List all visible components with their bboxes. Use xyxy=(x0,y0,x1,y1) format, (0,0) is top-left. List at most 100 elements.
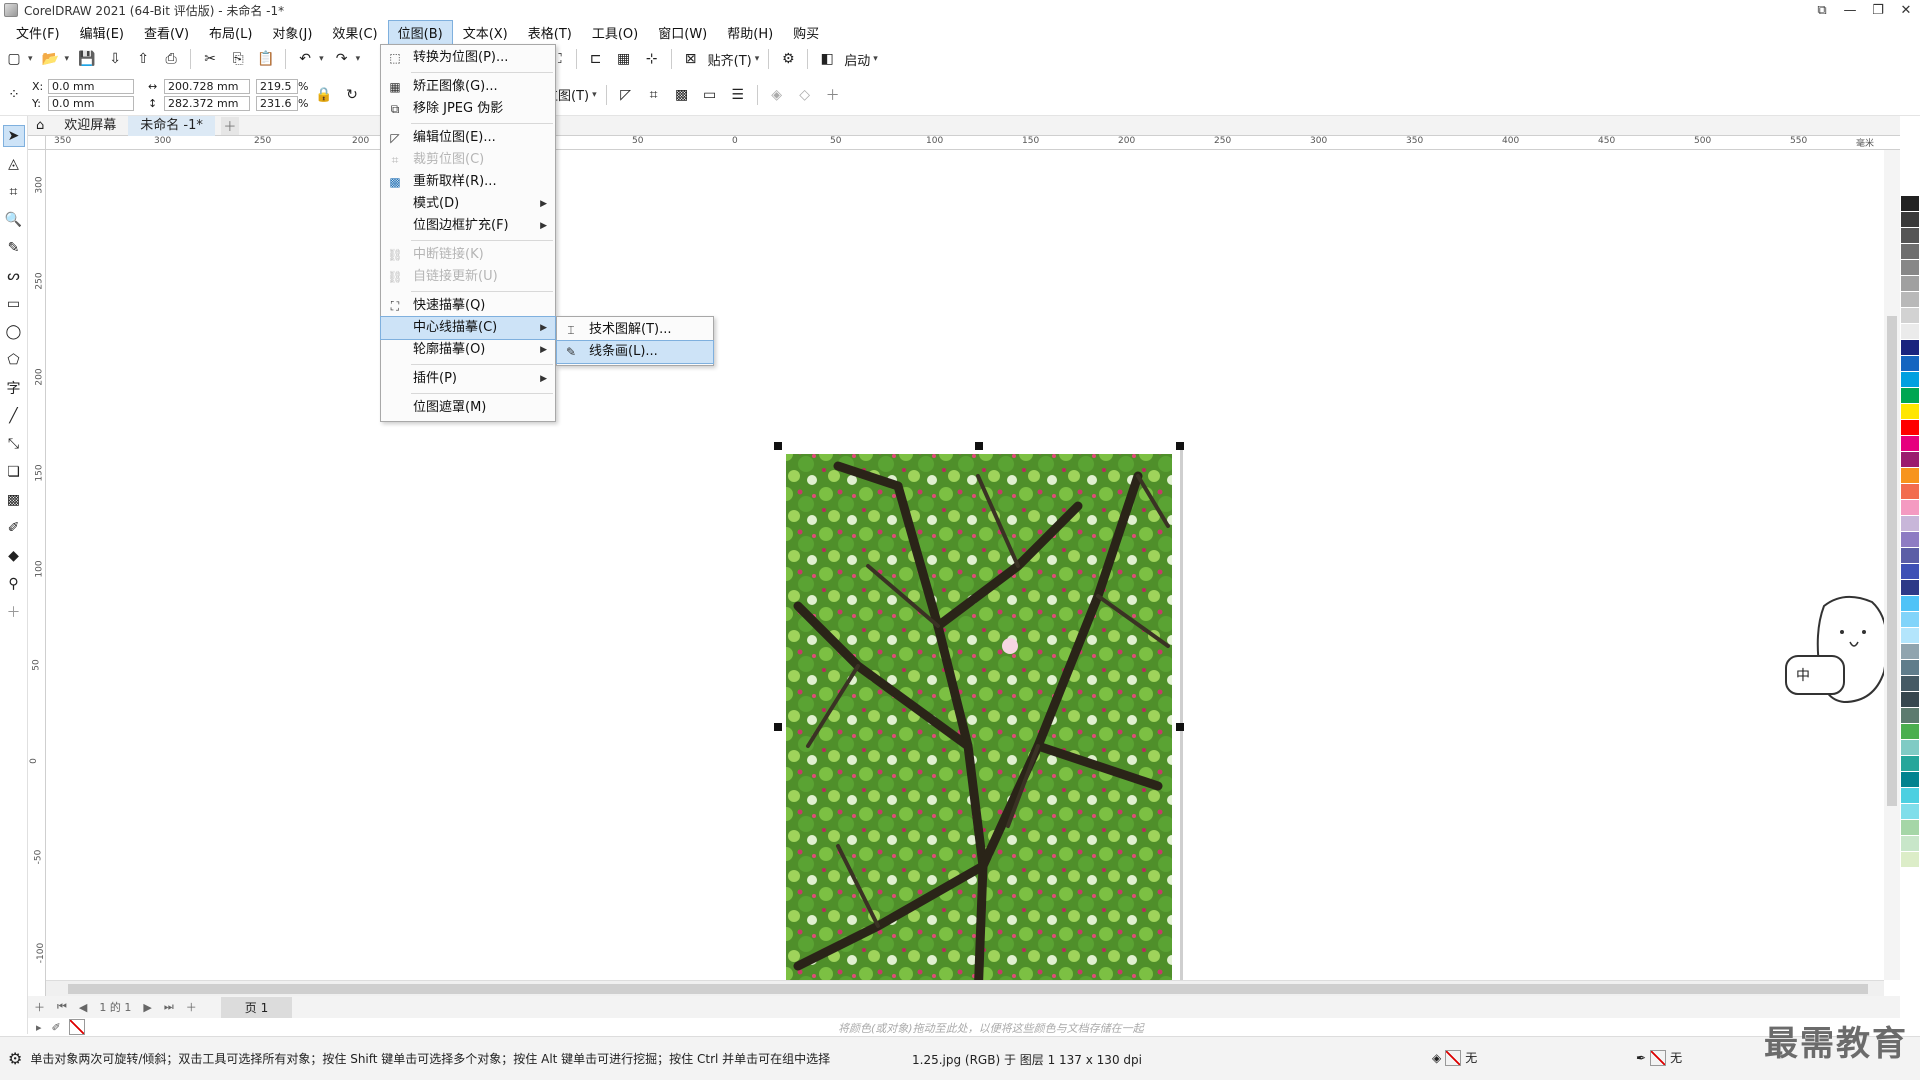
smart-fill-icon[interactable]: ⚲ xyxy=(3,573,25,595)
menu-straighten-image[interactable]: ▦ 矫正图像(G)... xyxy=(381,76,555,98)
color-swatch[interactable] xyxy=(1901,340,1919,356)
selected-bitmap[interactable] xyxy=(774,442,1184,1012)
polygon-tool-icon[interactable]: ⬠ xyxy=(3,349,25,371)
vertical-ruler[interactable]: 300 250 200 150 100 50 0 -50 -100 xyxy=(28,150,46,1030)
color-swatch[interactable] xyxy=(1901,724,1919,740)
resize-handle[interactable] xyxy=(774,723,782,731)
resample-icon[interactable]: ▩ xyxy=(671,84,693,106)
fill-indicator[interactable]: ◈ 无 xyxy=(1432,1049,1477,1066)
color-swatch[interactable] xyxy=(1901,324,1919,340)
interactive-fill-icon[interactable]: ◆ xyxy=(3,545,25,567)
menu-bitmaps[interactable]: 位图(B) xyxy=(387,19,453,45)
cloud-upload-icon[interactable]: ⇧ xyxy=(132,48,154,70)
snap-to-label[interactable]: 贴齐(T) xyxy=(708,50,752,69)
horizontal-scroll-thumb[interactable] xyxy=(68,984,1868,994)
first-page-icon[interactable]: ⏮ xyxy=(57,1000,67,1014)
straighten-bitmap-icon[interactable]: ◸ xyxy=(615,84,637,106)
horizontal-ruler[interactable]: 350 300 250 200 50 0 50 100 150 200 250 … xyxy=(46,136,1900,150)
to-front-icon[interactable]: ◈ xyxy=(766,84,788,106)
color-swatch[interactable] xyxy=(1901,292,1919,308)
color-swatch[interactable] xyxy=(1901,676,1919,692)
menu-remove-jpeg-artifacts[interactable]: ⧉ 移除 JPEG 伪影 xyxy=(381,98,555,120)
x-position-field[interactable]: 0.0 mm xyxy=(48,78,134,94)
copy-icon[interactable]: ⎘ xyxy=(227,48,249,70)
to-back-icon[interactable]: ◇ xyxy=(794,84,816,106)
menu-bitmap-mask[interactable]: 位图遮罩(M) xyxy=(381,397,555,419)
snap-dropdown-icon[interactable]: ▾ xyxy=(755,54,760,64)
no-color-swatch[interactable] xyxy=(68,1019,85,1035)
color-swatch[interactable] xyxy=(1901,212,1919,228)
artistic-media-icon[interactable]: ᔕ xyxy=(3,265,25,287)
crop-bitmap-icon[interactable]: ⌗ xyxy=(643,84,665,106)
color-swatch[interactable] xyxy=(1901,692,1919,708)
launch-icon[interactable]: ◧ xyxy=(816,48,838,70)
color-swatch[interactable] xyxy=(1901,436,1919,452)
snap-off-icon[interactable]: ⊠ xyxy=(680,48,702,70)
minimize-button[interactable]: — xyxy=(1836,0,1864,20)
y-position-field[interactable]: 0.0 mm xyxy=(48,95,134,111)
undo-dropdown-icon[interactable]: ▾ xyxy=(319,54,324,64)
menu-edit-bitmap[interactable]: ◸ 编辑位图(E)... xyxy=(381,127,555,149)
menu-resample[interactable]: ▩ 重新取样(R)... xyxy=(381,171,555,193)
menu-convert-to-bitmap[interactable]: ⬚ 转换为位图(P)... xyxy=(381,47,555,69)
crop-tool-icon[interactable]: ⌗ xyxy=(3,181,25,203)
bitmap-border-icon[interactable]: ▭ xyxy=(699,84,721,106)
color-swatch[interactable] xyxy=(1901,196,1919,212)
color-swatch[interactable] xyxy=(1901,372,1919,388)
scale-width-field[interactable]: 219.5 xyxy=(256,78,298,94)
width-field[interactable]: 200.728 mm xyxy=(164,78,250,94)
menu-view[interactable]: 查看(V) xyxy=(134,20,199,45)
new-document-icon[interactable]: ▢ xyxy=(3,48,25,70)
next-page-icon[interactable]: ▶ xyxy=(143,1001,151,1014)
shape-tool-icon[interactable]: ◬ xyxy=(3,153,25,175)
menu-help[interactable]: 帮助(H) xyxy=(717,20,783,45)
redo-dropdown-icon[interactable]: ▾ xyxy=(356,54,361,64)
rotate-icon[interactable]: ↻ xyxy=(341,84,363,106)
color-swatch[interactable] xyxy=(1901,820,1919,836)
menu-bitmap-border-expand[interactable]: 位图边框扩充(F) ▶ xyxy=(381,215,555,237)
color-swatch[interactable] xyxy=(1901,532,1919,548)
parallel-dimension-icon[interactable]: ╱ xyxy=(3,405,25,427)
ruler-origin[interactable] xyxy=(28,136,46,150)
vertical-scroll-thumb[interactable] xyxy=(1887,316,1897,806)
add-icon[interactable]: ＋ xyxy=(822,84,844,106)
rectangle-tool-icon[interactable]: ▭ xyxy=(3,293,25,315)
color-swatch[interactable] xyxy=(1901,276,1919,292)
menu-mode[interactable]: 模式(D) ▶ xyxy=(381,193,555,215)
settings-gear-icon[interactable]: ⚙ xyxy=(8,1049,22,1068)
object-origin-icon[interactable]: ⁘ xyxy=(3,84,25,106)
color-swatch[interactable] xyxy=(1901,516,1919,532)
new-tab-icon[interactable]: ＋ xyxy=(220,116,239,135)
page-tab[interactable]: 页 1 xyxy=(220,996,293,1018)
maximize-button[interactable]: ❐ xyxy=(1864,0,1892,20)
menu-edit[interactable]: 编辑(E) xyxy=(70,20,134,45)
color-swatch[interactable] xyxy=(1901,852,1919,868)
drop-shadow-icon[interactable]: ❏ xyxy=(3,461,25,483)
menu-object[interactable]: 对象(J) xyxy=(262,20,322,45)
undo-icon[interactable]: ↶ xyxy=(294,48,316,70)
color-swatch[interactable] xyxy=(1901,804,1919,820)
color-swatch[interactable] xyxy=(1901,772,1919,788)
vertical-scrollbar[interactable] xyxy=(1884,150,1900,980)
eyedropper-tool-icon[interactable]: ✐ xyxy=(3,517,25,539)
color-swatch[interactable] xyxy=(1901,580,1919,596)
menu-table[interactable]: 表格(T) xyxy=(518,20,582,45)
show-rulers-icon[interactable]: ⊏ xyxy=(585,48,607,70)
menu-outline-trace[interactable]: 轮廓描摹(O) ▶ xyxy=(381,339,555,361)
launch-dropdown-icon[interactable]: ▾ xyxy=(873,54,878,64)
color-swatch[interactable] xyxy=(1901,628,1919,644)
cut-icon[interactable]: ✂ xyxy=(199,48,221,70)
color-swatch[interactable] xyxy=(1901,244,1919,260)
scale-height-field[interactable]: 231.6 xyxy=(256,95,298,111)
color-swatch[interactable] xyxy=(1901,452,1919,468)
color-swatch[interactable] xyxy=(1901,788,1919,804)
freehand-tool-icon[interactable]: ✎ xyxy=(3,237,25,259)
color-swatch[interactable] xyxy=(1901,468,1919,484)
eyedropper-icon[interactable]: ✐ xyxy=(52,1021,61,1034)
save-icon[interactable]: 💾 xyxy=(76,48,98,70)
expand-arrow-icon[interactable]: ▸ xyxy=(36,1021,42,1034)
color-swatch[interactable] xyxy=(1901,548,1919,564)
transparency-tool-icon[interactable]: ▩ xyxy=(3,489,25,511)
connector-tool-icon[interactable]: ⤡ xyxy=(3,433,25,455)
color-swatch[interactable] xyxy=(1901,404,1919,420)
